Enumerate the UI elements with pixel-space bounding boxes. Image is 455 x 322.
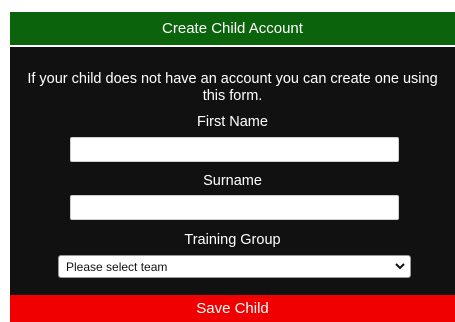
training-group-selected: Please select team <box>66 259 168 274</box>
surname-input[interactable] <box>70 195 399 220</box>
intro-text: If your child does not have an account y… <box>27 71 438 104</box>
chevron-down-icon <box>395 263 405 270</box>
first-name-input[interactable] <box>70 137 399 162</box>
training-group-label: Training Group <box>184 232 281 248</box>
panel-header: Create Child Account <box>10 12 455 47</box>
save-child-button[interactable]: Save Child <box>10 295 455 322</box>
save-child-label: Save Child <box>196 300 269 317</box>
surname-label: Surname <box>203 173 262 189</box>
panel-title: Create Child Account <box>162 20 303 37</box>
first-name-label: First Name <box>197 114 268 130</box>
create-child-panel: Create Child Account If your child does … <box>10 12 455 322</box>
training-group-select[interactable]: Please select team <box>58 255 411 278</box>
